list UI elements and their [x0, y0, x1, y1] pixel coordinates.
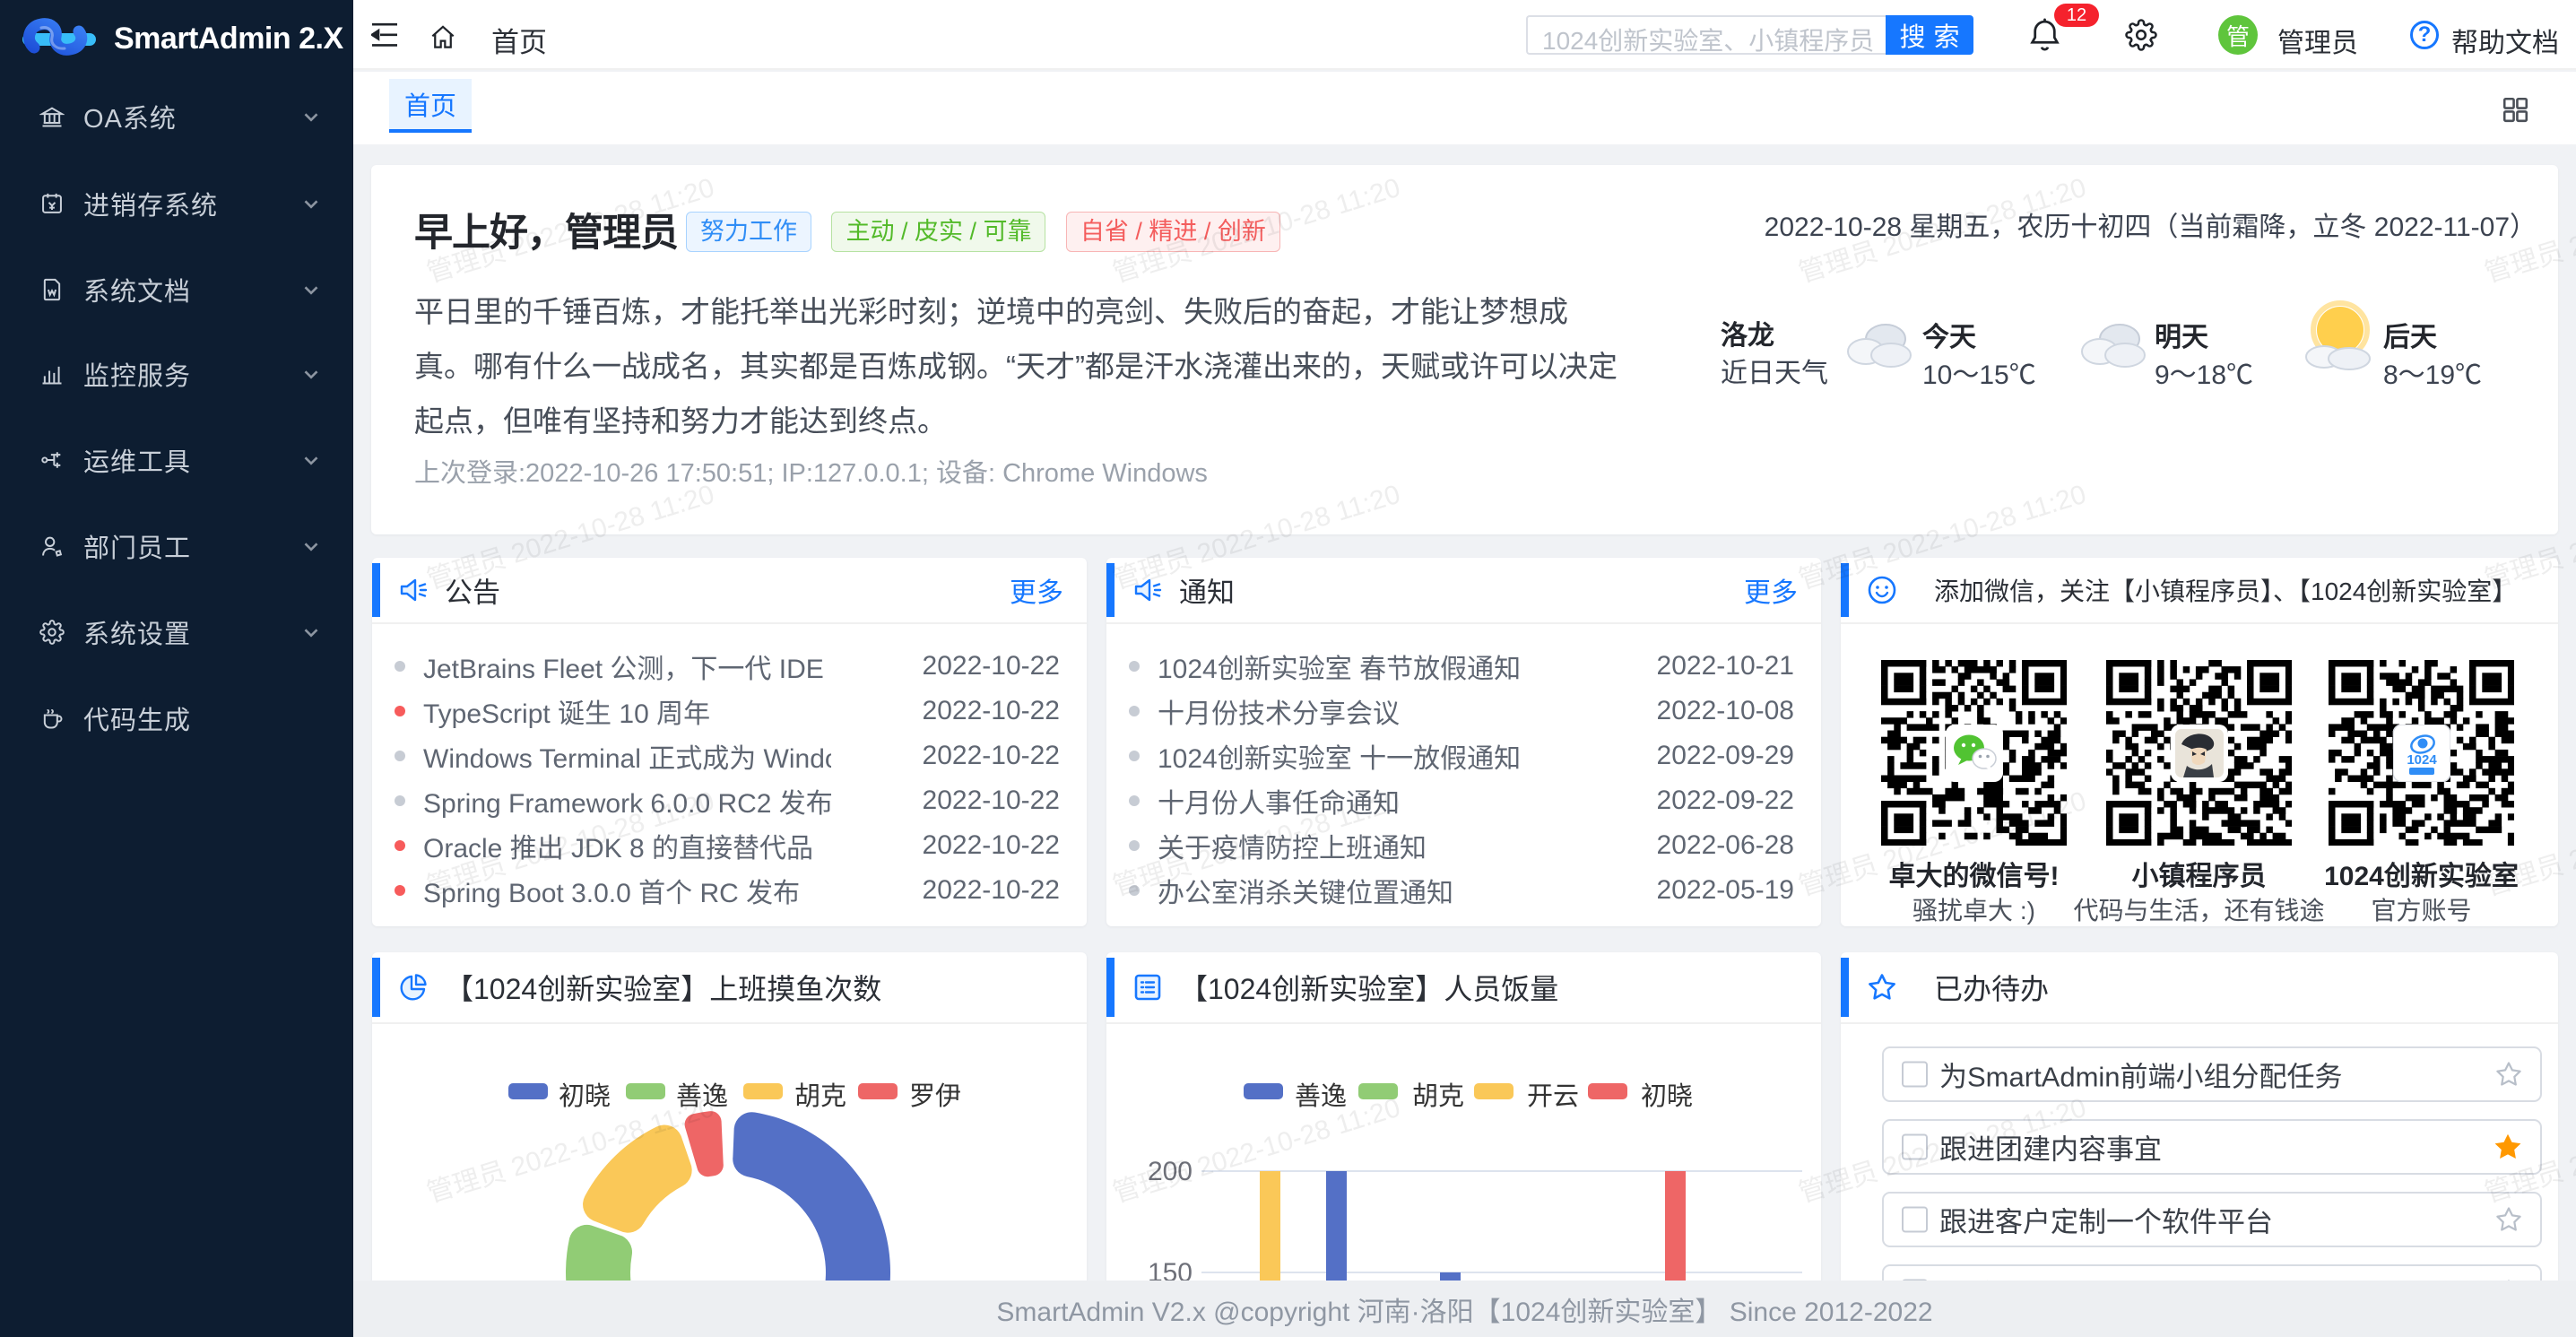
svg-text:150: 150: [1148, 1258, 1193, 1281]
svg-text:1024: 1024: [2407, 752, 2437, 768]
svg-text:200: 200: [1148, 1157, 1193, 1186]
